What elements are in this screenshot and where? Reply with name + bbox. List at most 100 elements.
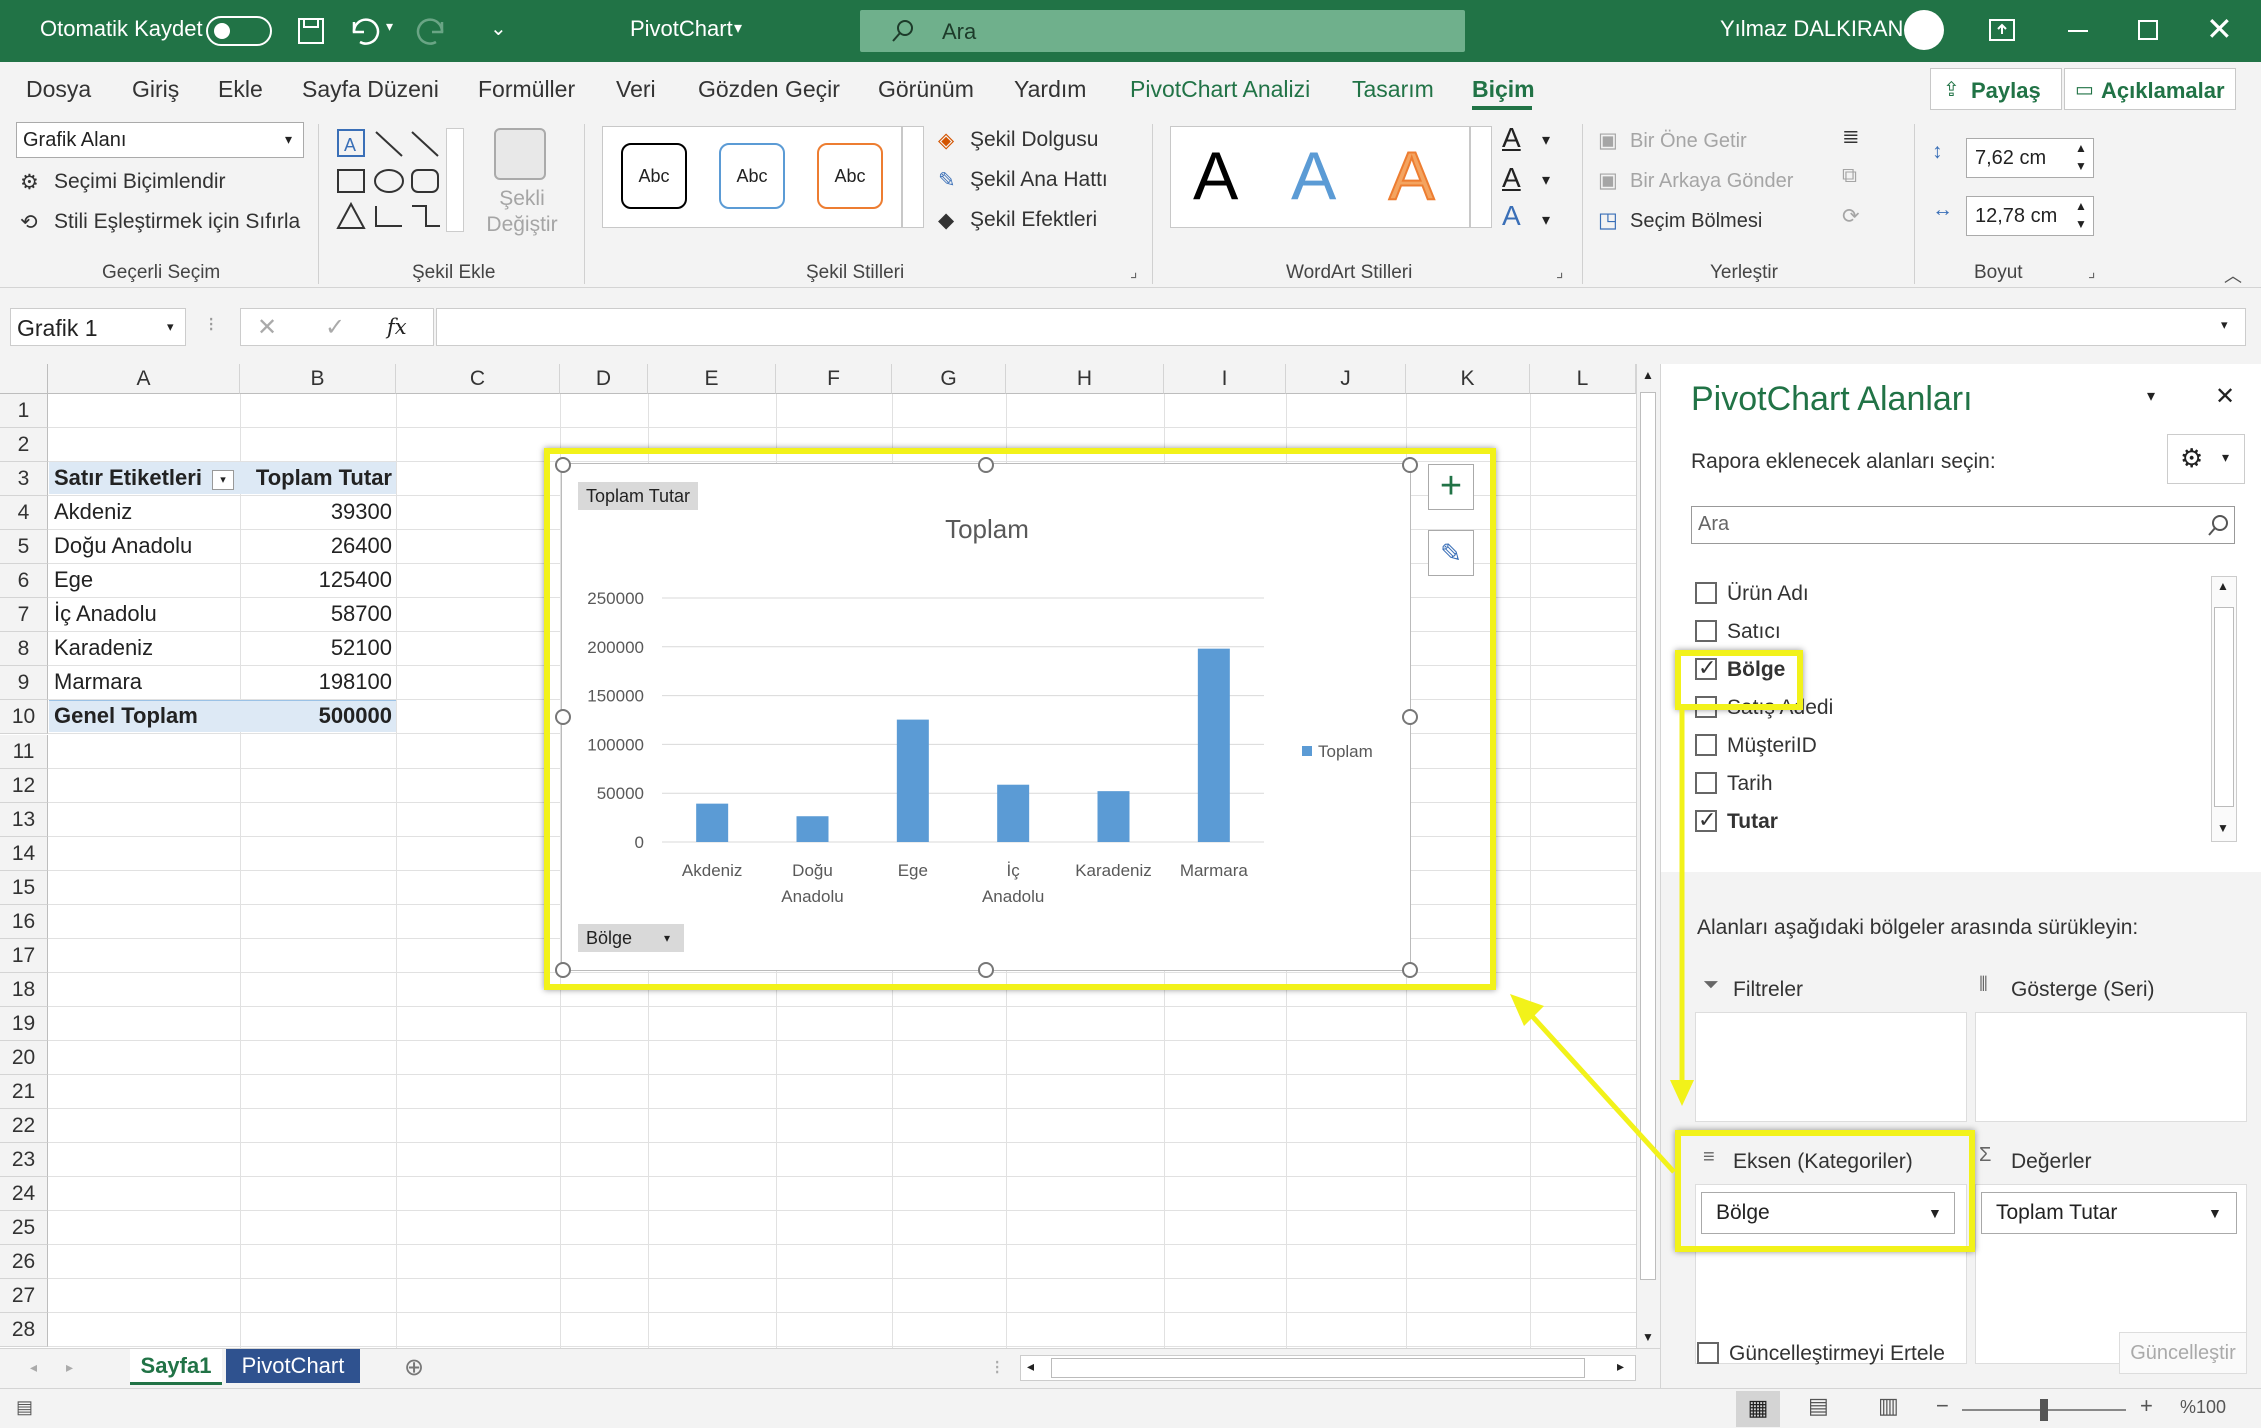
comments-button[interactable]: ▭ Açıklamalar: [2064, 68, 2236, 110]
pivot-row-value[interactable]: 198100: [242, 665, 392, 699]
text-fill-icon[interactable]: A: [1502, 122, 1521, 154]
shape-effects-button[interactable]: Şekil Efektleri: [970, 208, 1097, 232]
zoom-slider-thumb[interactable]: [2040, 1399, 2048, 1421]
send-backward-button[interactable]: Bir Arkaya Gönder: [1630, 170, 1793, 193]
text-outline-icon[interactable]: A: [1502, 162, 1521, 194]
reset-style-button[interactable]: Stili Eşleştirmek için Sıfırla: [54, 210, 300, 234]
field-label[interactable]: Tutar: [1727, 810, 1778, 834]
format-selection-button[interactable]: Seçimi Biçimlendir: [54, 170, 226, 194]
pivot-row-labels-header[interactable]: Satır Etiketleri: [54, 461, 202, 495]
zoom-level[interactable]: %100: [2180, 1397, 2226, 1418]
row-header[interactable]: 22: [0, 1109, 48, 1144]
field-label[interactable]: Satıcı: [1727, 620, 1781, 644]
field-list-scrollbar[interactable]: ▲ ▼: [2211, 576, 2237, 842]
group-icon[interactable]: ⧉: [1842, 164, 1857, 188]
shape-outline-button[interactable]: Şekil Ana Hattı: [970, 168, 1108, 192]
row-header[interactable]: 17: [0, 938, 48, 973]
vertical-scroll-thumb[interactable]: [1640, 392, 1656, 1280]
save-icon[interactable]: [296, 16, 326, 46]
zoom-in-icon[interactable]: +: [2140, 1393, 2153, 1419]
row-header[interactable]: 4: [0, 496, 48, 531]
wordart-blue[interactable]: A: [1291, 137, 1336, 215]
row-header[interactable]: 16: [0, 904, 48, 939]
row-header[interactable]: 25: [0, 1211, 48, 1246]
row-header[interactable]: 9: [0, 666, 48, 701]
selection-pane-button[interactable]: Seçim Bölmesi: [1630, 210, 1762, 233]
field-checkbox[interactable]: [1695, 734, 1717, 756]
column-header[interactable]: L: [1530, 364, 1636, 394]
column-header[interactable]: F: [776, 364, 892, 394]
ribbon-display-icon[interactable]: [1988, 18, 2016, 42]
undo-icon[interactable]: [346, 14, 380, 46]
row-header[interactable]: 28: [0, 1313, 48, 1348]
text-effects-dropdown-icon[interactable]: ▾: [1542, 210, 1550, 230]
row-header[interactable]: 15: [0, 870, 48, 905]
pivot-total-value[interactable]: 500000: [242, 699, 392, 733]
undo-dropdown-icon[interactable]: ▾: [386, 18, 393, 35]
settings-gear-button[interactable]: ⚙ ▾: [2167, 434, 2245, 484]
expand-formula-icon[interactable]: ▾: [2221, 317, 2228, 333]
shape-style-scroll[interactable]: [902, 126, 924, 228]
search-box[interactable]: Ara: [860, 10, 1465, 52]
row-header[interactable]: 19: [0, 1006, 48, 1041]
spin-down-icon[interactable]: ▼: [2075, 159, 2087, 173]
prev-sheet-icon[interactable]: ◂: [30, 1359, 37, 1376]
normal-view-icon[interactable]: ▦: [1736, 1391, 1780, 1427]
insert-function-icon[interactable]: fx: [387, 315, 407, 339]
maximize-icon[interactable]: [2138, 20, 2158, 40]
tab-gorunum[interactable]: Görünüm: [878, 76, 974, 103]
wordart-scroll[interactable]: [1470, 126, 1492, 228]
close-icon[interactable]: ✕: [2206, 10, 2233, 48]
avatar[interactable]: [1904, 10, 1944, 50]
pivot-row-value[interactable]: 125400: [242, 563, 392, 597]
tab-dosya[interactable]: Dosya: [26, 76, 91, 103]
row-header[interactable]: 2: [0, 428, 48, 463]
doc-title-dropdown-icon[interactable]: ▾: [734, 18, 742, 38]
scroll-down-icon[interactable]: ▼: [2217, 821, 2229, 835]
pivot-row-value[interactable]: 58700: [242, 597, 392, 631]
field-checkbox[interactable]: [1695, 582, 1717, 604]
collapse-ribbon-icon[interactable]: ︿: [2224, 262, 2242, 288]
field-checkbox[interactable]: [1695, 807, 1717, 833]
pivot-row-label[interactable]: Doğu Anadolu: [54, 529, 192, 563]
autosave-toggle[interactable]: [206, 16, 272, 46]
shape-style-orange[interactable]: Abc: [817, 143, 883, 209]
column-header[interactable]: I: [1164, 364, 1286, 394]
row-header[interactable]: 24: [0, 1177, 48, 1212]
vertical-scrollbar[interactable]: ▲ ▼: [1636, 364, 1660, 1354]
pivot-value-header[interactable]: Toplam Tutar: [242, 461, 392, 495]
row-header[interactable]: 13: [0, 802, 48, 837]
pivot-row-label[interactable]: Akdeniz: [54, 495, 132, 529]
pivot-row-label[interactable]: Marmara: [54, 665, 142, 699]
pane-close-icon[interactable]: ✕: [2215, 382, 2235, 411]
tab-bicim[interactable]: Biçim: [1472, 76, 1535, 103]
page-layout-icon[interactable]: ▤: [1808, 1393, 1829, 1419]
shape-height-input[interactable]: 7,62 cm ▲ ▼: [1966, 138, 2094, 178]
text-fill-dropdown-icon[interactable]: ▾: [1542, 130, 1550, 150]
align-icon[interactable]: ≣: [1842, 124, 1860, 149]
column-header[interactable]: G: [892, 364, 1006, 394]
row-header[interactable]: 26: [0, 1245, 48, 1280]
row-header[interactable]: 20: [0, 1040, 48, 1075]
pivot-total-label[interactable]: Genel Toplam: [54, 699, 198, 733]
spin-down-icon[interactable]: ▼: [2075, 217, 2087, 231]
column-header[interactable]: K: [1406, 364, 1530, 394]
zoom-out-icon[interactable]: −: [1936, 1393, 1949, 1419]
wordart-orange[interactable]: A: [1388, 137, 1435, 215]
field-label[interactable]: MüşteriID: [1727, 734, 1817, 758]
field-label[interactable]: Tarih: [1727, 772, 1773, 796]
next-sheet-icon[interactable]: ▸: [66, 1359, 73, 1376]
shapes-gallery[interactable]: A: [334, 124, 464, 234]
tab-tasarim[interactable]: Tasarım: [1352, 76, 1434, 103]
tab-pivotchart-analizi[interactable]: PivotChart Analizi: [1130, 76, 1310, 103]
text-outline-dropdown-icon[interactable]: ▾: [1542, 170, 1550, 190]
scroll-down-icon[interactable]: ▼: [1642, 1330, 1654, 1344]
pane-options-icon[interactable]: ▾: [2147, 386, 2155, 406]
column-header[interactable]: C: [396, 364, 560, 394]
row-header[interactable]: 12: [0, 768, 48, 803]
chevron-down-icon[interactable]: ▼: [2208, 1193, 2222, 1233]
spin-up-icon[interactable]: ▲: [2075, 199, 2087, 213]
dialog-launcher-icon[interactable]: ⌟: [1130, 262, 1138, 282]
row-header[interactable]: 7: [0, 598, 48, 633]
pivot-row-label[interactable]: İç Anadolu: [54, 597, 157, 631]
